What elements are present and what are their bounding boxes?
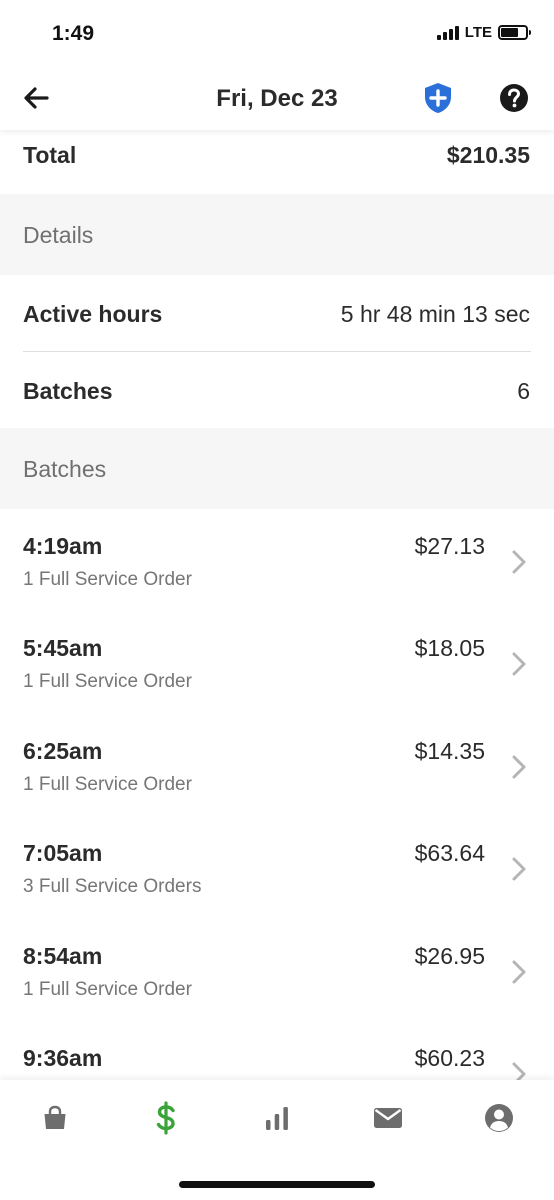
network-type: LTE bbox=[464, 24, 492, 41]
tab-shop[interactable] bbox=[27, 1100, 83, 1136]
shopping-bag-icon bbox=[44, 1105, 66, 1129]
tab-bar bbox=[0, 1080, 554, 1200]
help-circle-icon bbox=[500, 84, 528, 112]
batch-row[interactable]: 9:36am $60.23 bbox=[0, 1021, 554, 1080]
batch-amount: $63.64 bbox=[414, 840, 485, 867]
batches-count-row: Batches 6 bbox=[0, 352, 554, 428]
batch-orders: 1 Full Service Order bbox=[23, 671, 192, 693]
details-section-header: Details bbox=[0, 194, 554, 275]
batch-row[interactable]: 8:54am 1 Full Service Order $26.95 bbox=[0, 919, 554, 1021]
tab-messages[interactable] bbox=[360, 1100, 416, 1136]
tab-stats[interactable] bbox=[249, 1100, 305, 1136]
batch-time: 4:19am bbox=[23, 533, 103, 559]
nav-bar: Fri, Dec 23 bbox=[0, 68, 554, 130]
batch-time: 5:45am bbox=[23, 635, 103, 662]
help-button[interactable] bbox=[498, 82, 530, 114]
page-title: Fri, Dec 23 bbox=[216, 85, 338, 112]
batch-amount: $26.95 bbox=[414, 942, 485, 969]
batch-time: 7:05am bbox=[23, 840, 103, 867]
shield-plus-icon bbox=[425, 83, 451, 113]
batches-count-value: 6 bbox=[517, 378, 530, 404]
batch-amount: $27.13 bbox=[414, 533, 485, 559]
batch-amount: $18.05 bbox=[414, 635, 485, 662]
batch-amount: $14.35 bbox=[414, 737, 485, 764]
total-label: Total bbox=[23, 142, 77, 168]
status-bar: 1:49 LTE bbox=[0, 0, 554, 68]
batches-count-label: Batches bbox=[23, 378, 113, 404]
signal-icon bbox=[436, 25, 459, 40]
batch-time: 9:36am bbox=[23, 1044, 103, 1071]
details-section-title: Details bbox=[23, 222, 94, 248]
batch-row[interactable]: 4:19am 1 Full Service Order $27.13 bbox=[0, 509, 554, 611]
active-hours-value: 5 hr 48 min 13 sec bbox=[340, 301, 530, 327]
battery-icon bbox=[498, 25, 531, 40]
status-time: 1:49 bbox=[52, 22, 95, 45]
account-icon bbox=[485, 1104, 513, 1132]
active-hours-row: Active hours 5 hr 48 min 13 sec bbox=[0, 275, 554, 351]
total-row: Total $210.35 bbox=[0, 130, 554, 194]
active-hours-label: Active hours bbox=[23, 301, 163, 327]
batch-orders: 1 Full Service Order bbox=[23, 569, 192, 590]
batch-orders: 3 Full Service Orders bbox=[23, 876, 202, 898]
batch-amount: $60.23 bbox=[414, 1044, 485, 1071]
batch-orders: 1 Full Service Order bbox=[23, 978, 192, 1000]
batch-time: 8:54am bbox=[23, 942, 103, 969]
tab-earnings[interactable] bbox=[138, 1100, 194, 1136]
bar-chart-icon bbox=[266, 1107, 288, 1130]
dollar-sign-icon bbox=[156, 1101, 175, 1135]
chevron-right-icon bbox=[512, 960, 526, 984]
chevron-right-icon bbox=[512, 550, 526, 574]
chevron-right-icon bbox=[512, 755, 526, 779]
batch-orders: 1 Full Service Order bbox=[23, 773, 192, 795]
batch-list[interactable]: 4:19am 1 Full Service Order $27.13 5:45a… bbox=[0, 509, 554, 1080]
batches-section-title: Batches bbox=[23, 456, 107, 482]
status-indicators: LTE bbox=[436, 24, 531, 41]
batch-row[interactable]: 6:25am 1 Full Service Order $14.35 bbox=[0, 714, 554, 816]
batch-row[interactable]: 7:05am 3 Full Service Orders $63.64 bbox=[0, 816, 554, 918]
tab-account[interactable] bbox=[471, 1100, 527, 1136]
chevron-right-icon bbox=[512, 1062, 526, 1080]
mail-icon bbox=[374, 1108, 402, 1128]
chevron-right-icon bbox=[512, 857, 526, 881]
total-value: $210.35 bbox=[446, 142, 530, 168]
home-indicator[interactable] bbox=[179, 1181, 375, 1188]
batch-time: 6:25am bbox=[23, 737, 103, 764]
batch-row[interactable]: 5:45am 1 Full Service Order $18.05 bbox=[0, 611, 554, 713]
batches-section-header: Batches bbox=[0, 428, 554, 509]
safety-button[interactable] bbox=[422, 81, 454, 115]
chevron-right-icon bbox=[512, 652, 526, 676]
